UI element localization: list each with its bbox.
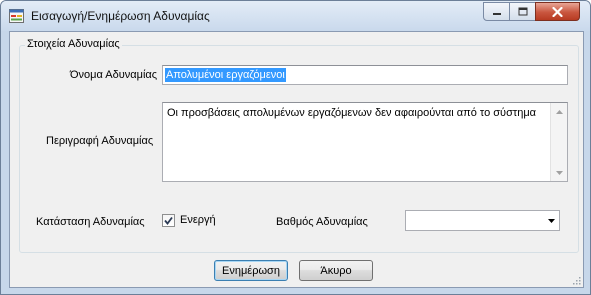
minimize-icon [492, 12, 501, 15]
status-label: Κατάσταση Αδυναμίας [36, 216, 145, 228]
description-scrollbar[interactable] [550, 103, 567, 181]
dialog-client-area: Στοιχεία Αδυναμίας Όνομα Αδυναμίας Απολυ… [9, 31, 584, 288]
close-button[interactable] [535, 2, 580, 21]
group-title: Στοιχεία Αδυναμίας [25, 38, 122, 50]
name-label: Όνομα Αδυναμίας [70, 69, 158, 81]
description-value: Οι προσβάσεις απολυμένων εργαζόμενων δεν… [167, 107, 537, 119]
scroll-down-icon [555, 170, 563, 175]
checkmark-icon [164, 216, 173, 225]
window-title: Εισαγωγή/Ενημέρωση Αδυναμίας [31, 9, 210, 23]
description-label: Περιγραφή Αδυναμίας [46, 135, 154, 147]
status-checkbox[interactable] [162, 214, 175, 227]
scroll-down-button[interactable] [551, 164, 567, 181]
name-value: Απολυμένοι εργαζόμενοι [165, 68, 286, 82]
description-field[interactable]: Οι προσβάσεις απολυμένων εργαζόμενων δεν… [162, 102, 568, 182]
resize-grip-icon[interactable] [571, 275, 581, 285]
title-bar[interactable]: Εισαγωγή/Ενημέρωση Αδυναμίας [1, 1, 590, 31]
status-checkbox-label[interactable]: Ενεργή [180, 214, 216, 226]
chevron-down-icon [547, 219, 555, 223]
maximize-icon [518, 7, 527, 16]
dropdown-arrow[interactable] [546, 216, 556, 226]
form-app-icon [9, 9, 24, 23]
degree-dropdown[interactable] [405, 210, 560, 231]
weakness-details-group: Στοιχεία Αδυναμίας Όνομα Αδυναμίας Απολυ… [19, 38, 579, 253]
dialog-window: Εισαγωγή/Ενημέρωση Αδυναμίας Στοιχεία Αδ… [0, 0, 591, 295]
scroll-up-button[interactable] [551, 103, 567, 120]
minimize-button[interactable] [483, 2, 510, 21]
name-field[interactable]: Απολυμένοι εργαζόμενοι [162, 65, 568, 85]
close-icon [552, 6, 563, 17]
cancel-button[interactable]: Άκυρο [299, 260, 373, 281]
update-button[interactable]: Ενημέρωση [214, 260, 288, 281]
degree-label: Βαθμός Αδυναμίας [276, 216, 368, 228]
scroll-up-icon [555, 109, 563, 114]
maximize-button[interactable] [509, 2, 536, 21]
